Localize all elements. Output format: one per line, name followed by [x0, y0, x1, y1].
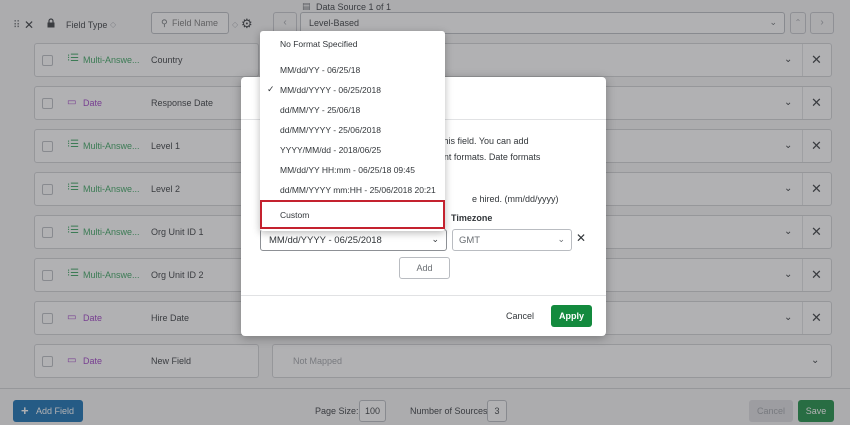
dropdown-option[interactable]: dd/MM/YY - 25/06/18	[260, 101, 445, 119]
checkmark-icon: ✓	[267, 84, 275, 94]
dropdown-option-label: dd/MM/YY - 25/06/18	[280, 105, 361, 115]
dropdown-option[interactable]: ✓ MM/dd/YYYY - 06/25/2018	[260, 81, 445, 99]
modal-cancel-button[interactable]: Cancel	[506, 311, 534, 321]
modal-description: rse this field. You can add fferent form…	[426, 133, 596, 165]
dropdown-option-label: dd/MM/YYYY - 25/06/2018	[280, 125, 381, 135]
dropdown-option[interactable]: No Format Specified	[260, 35, 445, 53]
dropdown-option[interactable]: MM/dd/YY HH:mm - 06/25/18 09:45	[260, 161, 445, 179]
date-format-dropdown-menu: No Format Specified MM/dd/YY - 06/25/18 ✓ M…	[260, 31, 445, 231]
dropdown-option-label: YYYY/MM/dd - 2018/06/25	[280, 145, 382, 155]
apply-button[interactable]: Apply	[551, 305, 592, 327]
timezone-value: GMT	[459, 235, 481, 246]
dropdown-option-label: dd/MM/YYYY mm:HH - 25/06/2018 20:21	[280, 185, 436, 195]
divider	[241, 295, 606, 296]
date-format-value: MM/dd/YYYY - 06/25/2018	[269, 235, 382, 246]
dropdown-option[interactable]: Custom	[260, 200, 445, 229]
dropdown-option-label: Custom	[280, 210, 310, 220]
date-format-select[interactable]: MM/dd/YYYY - 06/25/2018 ⌄	[260, 229, 447, 251]
dropdown-option-label: No Format Specified	[280, 39, 358, 49]
remove-format-icon[interactable]: ✕	[576, 231, 586, 245]
dropdown-option-label: MM/dd/YY - 06/25/18	[280, 65, 361, 75]
chevron-down-icon: ⌄	[557, 234, 565, 244]
description-example: e hired. (mm/dd/yyyy)	[472, 194, 559, 204]
add-format-button[interactable]: Add	[399, 257, 450, 279]
chevron-down-icon: ⌄	[431, 234, 439, 244]
dropdown-option[interactable]: dd/MM/YYYY mm:HH - 25/06/2018 20:21	[260, 181, 445, 199]
dropdown-option[interactable]: dd/MM/YYYY - 25/06/2018	[260, 121, 445, 139]
dropdown-option[interactable]: YYYY/MM/dd - 2018/06/25	[260, 141, 445, 159]
timezone-label: Timezone	[451, 213, 493, 223]
dropdown-option[interactable]: MM/dd/YY - 06/25/18	[260, 61, 445, 79]
dropdown-option-label: MM/dd/YY HH:mm - 06/25/18 09:45	[280, 165, 415, 175]
description-line: rse this field. You can add	[426, 136, 529, 146]
timezone-select[interactable]: GMT ⌄	[452, 229, 572, 251]
description-line: fferent formats. Date formats	[426, 152, 541, 162]
dropdown-option-label: MM/dd/YYYY - 06/25/2018	[280, 85, 381, 95]
